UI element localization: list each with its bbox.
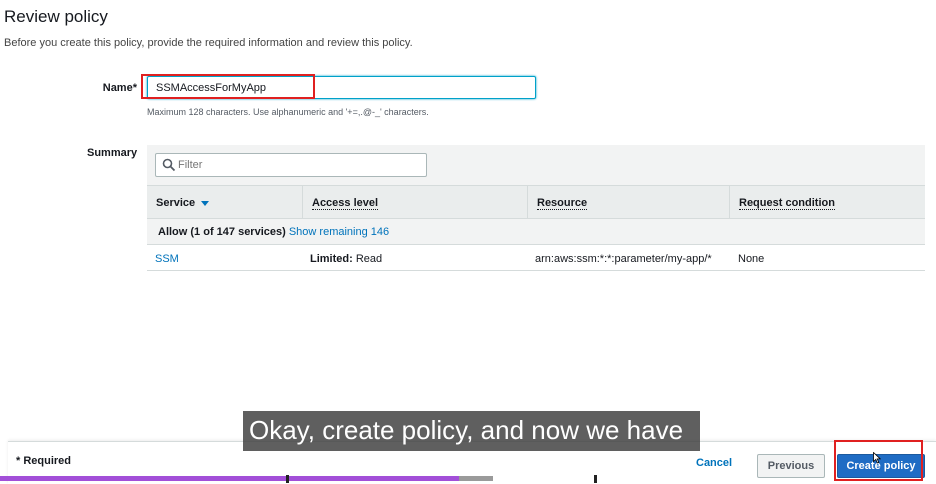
search-icon xyxy=(162,158,176,172)
access-level-strong: Limited: xyxy=(310,253,353,265)
column-header-access-level[interactable]: Access level xyxy=(302,186,527,220)
column-header-label: Request condition xyxy=(739,197,835,210)
summary-label: Summary xyxy=(87,147,138,159)
column-header-resource[interactable]: Resource xyxy=(527,186,729,220)
column-header-service[interactable]: Service xyxy=(147,186,302,220)
create-policy-button[interactable]: Create policy xyxy=(837,454,925,478)
sort-caret-icon xyxy=(201,200,210,206)
access-level-value: Read xyxy=(352,253,383,265)
column-header-label: Service xyxy=(156,197,196,209)
column-header-request-condition[interactable]: Request condition xyxy=(729,186,925,220)
allow-group-label: Allow (1 of 147 services) xyxy=(158,226,286,238)
service-link[interactable]: SSM xyxy=(155,253,179,265)
column-header-label: Resource xyxy=(537,197,588,210)
resource-cell: arn:aws:ssm:*:*:parameter/my-app/* xyxy=(535,253,712,265)
page-title: Review policy xyxy=(4,7,108,26)
mouse-cursor-icon xyxy=(873,452,881,464)
name-label: Name* xyxy=(102,82,137,94)
video-subtitle: Okay, create policy, and now we have xyxy=(243,411,700,451)
filter-input[interactable] xyxy=(178,157,418,173)
chapter-marker xyxy=(286,475,289,483)
column-header-label: Access level xyxy=(312,197,379,210)
allow-group-row: Allow (1 of 147 services) Show remaining… xyxy=(147,219,925,245)
table-header: Service Access level Resource Request co… xyxy=(147,185,925,220)
show-remaining-link[interactable]: Show remaining 146 xyxy=(289,226,389,238)
condition-cell: None xyxy=(738,253,765,265)
filter-box[interactable] xyxy=(155,153,427,177)
table-row: SSM Limited: Read arn:aws:ssm:*:*:parame… xyxy=(147,245,925,271)
access-level-cell: Limited: Read xyxy=(310,253,382,265)
page-description: Before you create this policy, provide t… xyxy=(4,37,413,49)
name-hint: Maximum 128 characters. Use alphanumeric… xyxy=(147,107,429,117)
required-note: * Required xyxy=(16,455,72,467)
previous-button[interactable]: Previous xyxy=(757,454,825,478)
cancel-button[interactable]: Cancel xyxy=(696,457,732,469)
summary-table: Service Access level Resource Request co… xyxy=(147,145,925,272)
video-progress-bar[interactable] xyxy=(0,476,936,481)
chapter-marker xyxy=(594,475,597,483)
filter-bar xyxy=(147,145,925,185)
progress-played xyxy=(0,476,459,481)
policy-name-input[interactable] xyxy=(147,76,536,99)
progress-buffered xyxy=(459,476,493,481)
